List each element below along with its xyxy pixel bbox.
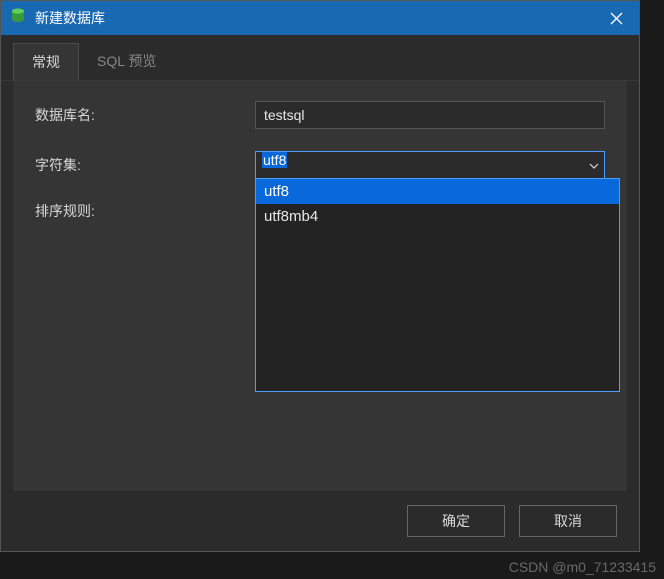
new-database-dialog: 新建数据库 常规 SQL 预览 数据库名: 字符集: utf8: [0, 0, 640, 552]
tab-sql-preview[interactable]: SQL 预览: [79, 43, 174, 80]
charset-selected-text: utf8: [262, 152, 287, 168]
close-button[interactable]: [593, 1, 639, 35]
charset-dropdown: utf8 utf8mb4: [255, 178, 620, 392]
dialog-title: 新建数据库: [35, 8, 105, 28]
row-db-name: 数据库名:: [35, 101, 605, 129]
content-area: 数据库名: 字符集: utf8 utf8 utf8mb4 排序规则:: [13, 81, 627, 491]
database-icon: [9, 7, 27, 30]
titlebar: 新建数据库: [1, 1, 639, 35]
db-name-input[interactable]: [255, 101, 605, 129]
tabs: 常规 SQL 预览: [1, 35, 639, 81]
watermark: CSDN @m0_71233415: [509, 559, 656, 575]
charset-combo[interactable]: utf8 utf8 utf8mb4: [255, 151, 605, 179]
db-name-label: 数据库名:: [35, 105, 255, 125]
charset-input[interactable]: utf8: [255, 151, 605, 179]
charset-label: 字符集:: [35, 155, 255, 175]
collation-label: 排序规则:: [35, 201, 265, 221]
charset-option-utf8mb4[interactable]: utf8mb4: [256, 204, 619, 229]
tab-general[interactable]: 常规: [13, 43, 79, 80]
titlebar-left: 新建数据库: [9, 7, 105, 30]
cancel-button[interactable]: 取消: [519, 505, 617, 537]
close-icon: [610, 12, 623, 25]
button-bar: 确定 取消: [1, 491, 639, 551]
ok-button[interactable]: 确定: [407, 505, 505, 537]
charset-option-utf8[interactable]: utf8: [256, 179, 619, 204]
row-charset: 字符集: utf8 utf8 utf8mb4: [35, 151, 605, 179]
